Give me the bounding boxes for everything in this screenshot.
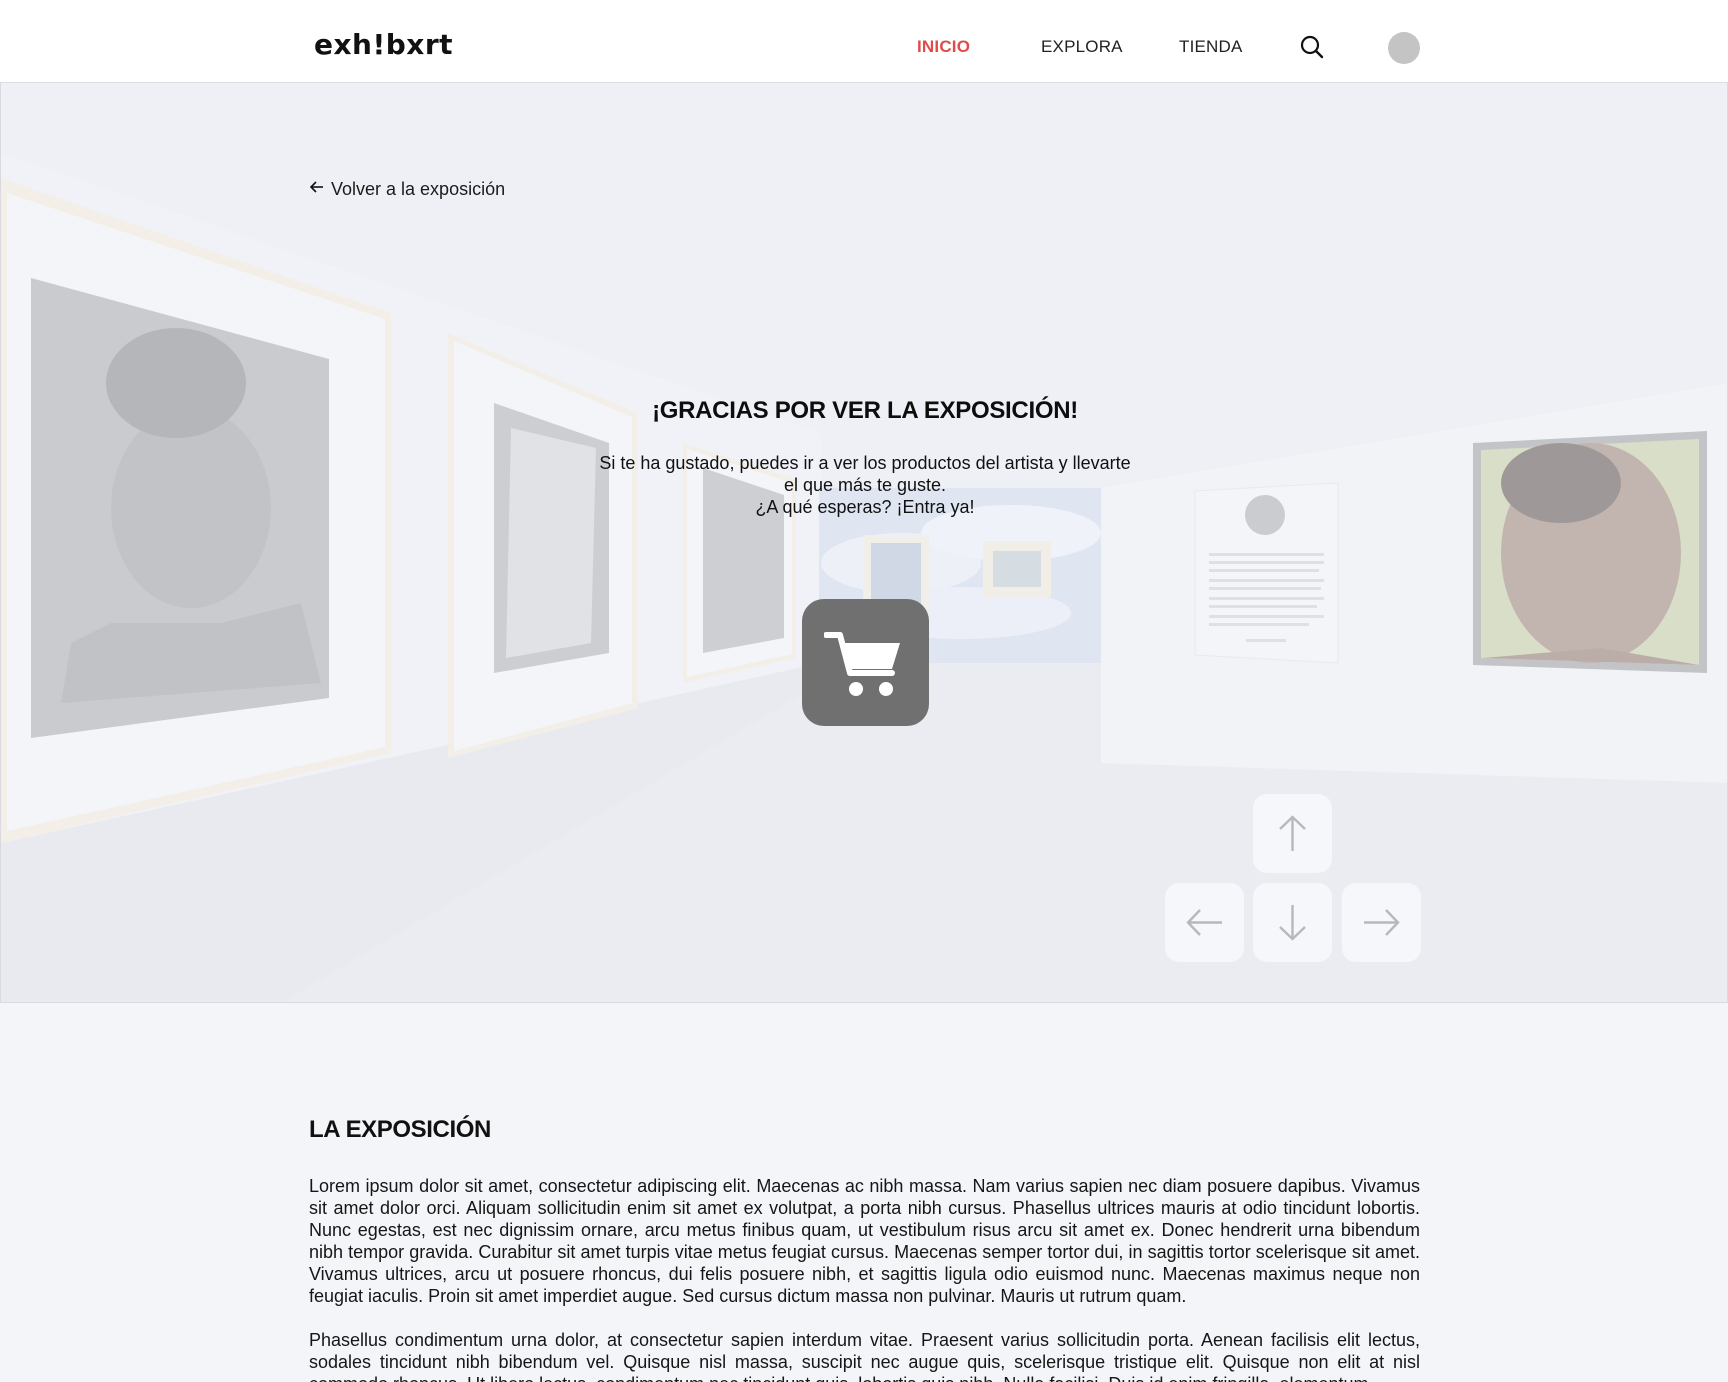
exhibart-logo[interactable]: exh!bxrt bbox=[314, 28, 453, 61]
shop-cart-button[interactable] bbox=[802, 599, 929, 726]
nav-tienda[interactable]: TIENDA bbox=[1179, 37, 1243, 57]
move-right-button[interactable] bbox=[1342, 883, 1421, 962]
move-left-button[interactable] bbox=[1165, 883, 1244, 962]
back-to-exhibition-link[interactable]: Volver a la exposición bbox=[309, 179, 505, 200]
nav-explora[interactable]: EXPLORA bbox=[1041, 37, 1123, 57]
thanks-title: ¡GRACIAS POR VER LA EXPOSICIÓN! bbox=[652, 397, 1078, 424]
thanks-message: Si te ha gustado, puedes ir a ver los pr… bbox=[575, 452, 1155, 518]
search-icon[interactable] bbox=[1299, 34, 1325, 60]
arrow-back-icon bbox=[309, 179, 325, 200]
cart-icon bbox=[824, 632, 900, 696]
move-down-button[interactable] bbox=[1253, 883, 1332, 962]
back-link-label: Volver a la exposición bbox=[331, 179, 506, 199]
arrow-left-icon bbox=[1186, 909, 1222, 936]
exhibition-description-paragraph: Lorem ipsum dolor sit amet, consectetur … bbox=[309, 1176, 1420, 1306]
thanks-line: Si te ha gustado, puedes ir a ver los pr… bbox=[599, 453, 1131, 473]
nav-inicio[interactable]: INICIO bbox=[917, 37, 970, 57]
arrow-right-icon bbox=[1364, 909, 1400, 936]
arrow-down-icon bbox=[1279, 905, 1306, 941]
thanks-line: el que más te guste. bbox=[783, 475, 947, 495]
gallery-viewer[interactable]: Volver a la exposición ¡GRACIAS POR VER … bbox=[0, 83, 1728, 1003]
move-up-button[interactable] bbox=[1253, 794, 1332, 873]
avatar[interactable] bbox=[1388, 32, 1420, 64]
arrow-up-icon bbox=[1279, 815, 1306, 851]
thanks-line: ¿A qué esperas? ¡Entra ya! bbox=[755, 497, 975, 517]
section-title-exposicion: LA EXPOSICIÓN bbox=[309, 1116, 491, 1143]
gallery-overlay bbox=[1, 83, 1727, 1002]
exhibition-description-paragraph: Phasellus condimentum urna dolor, at con… bbox=[309, 1330, 1420, 1382]
top-navbar: exh!bxrt INICIO EXPLORA TIENDA bbox=[0, 0, 1728, 83]
